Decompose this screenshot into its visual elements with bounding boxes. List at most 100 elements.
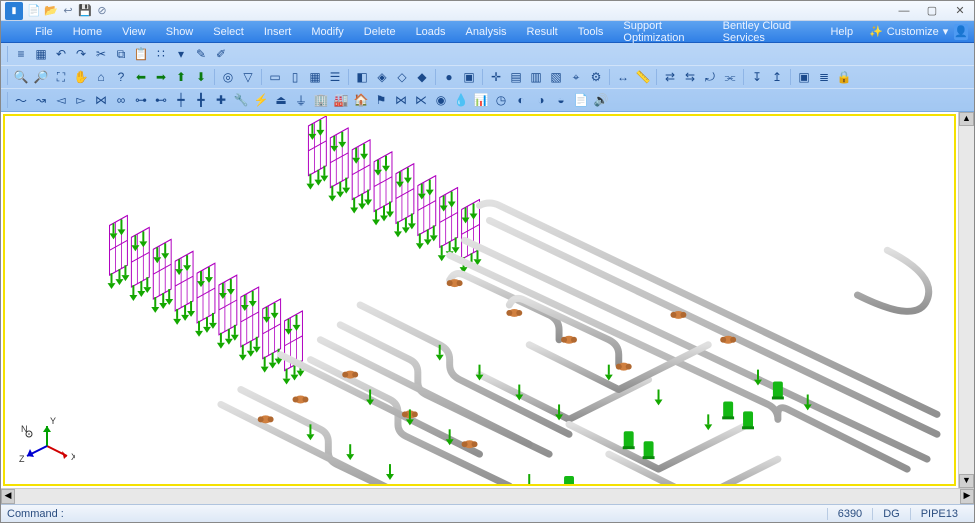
- window-2-icon[interactable]: ▯: [286, 68, 304, 86]
- customize-button[interactable]: Customize ▾: [863, 25, 954, 38]
- pipe-icon[interactable]: ┿: [172, 91, 190, 109]
- brush-icon[interactable]: ✐: [212, 45, 230, 63]
- sensor-3-icon[interactable]: ◒: [552, 91, 570, 109]
- home-icon[interactable]: ⌂: [92, 68, 110, 86]
- paste-icon[interactable]: 📋: [132, 45, 150, 63]
- sphere-icon[interactable]: ●: [440, 68, 458, 86]
- scroll-left-icon[interactable]: ◀: [1, 489, 15, 504]
- cone-icon[interactable]: ▽: [239, 68, 257, 86]
- plant-icon[interactable]: 🏭: [332, 91, 350, 109]
- format-icon[interactable]: ∷: [152, 45, 170, 63]
- minimize-button[interactable]: —: [894, 4, 914, 18]
- menu-modify[interactable]: Modify: [301, 24, 353, 40]
- menu-support-optimization[interactable]: Support Optimization: [613, 18, 712, 46]
- user-avatar[interactable]: [954, 24, 968, 40]
- sensor-2-icon[interactable]: ◑: [532, 91, 550, 109]
- qa-save-icon[interactable]: 💾: [78, 4, 92, 18]
- render-icon[interactable]: ◧: [353, 68, 371, 86]
- qa-open-icon[interactable]: 📂: [44, 4, 58, 18]
- undo-icon[interactable]: ↶: [52, 45, 70, 63]
- scroll-right-icon[interactable]: ▶: [960, 489, 974, 504]
- menu-analysis[interactable]: Analysis: [456, 24, 517, 40]
- redo-icon[interactable]: ↷: [72, 45, 90, 63]
- arrow-r-icon[interactable]: ▻: [72, 91, 90, 109]
- list-icon[interactable]: ☰: [326, 68, 344, 86]
- vertical-scrollbar[interactable]: ▲ ▼: [958, 112, 974, 488]
- pan-icon[interactable]: ✋: [72, 68, 90, 86]
- drop-icon[interactable]: 💧: [452, 91, 470, 109]
- copy-icon[interactable]: ⧉: [112, 45, 130, 63]
- zoom-extents-icon[interactable]: ⛶: [52, 68, 70, 86]
- axis-icon[interactable]: ✛: [487, 68, 505, 86]
- valve-1-icon[interactable]: ⋈: [392, 91, 410, 109]
- qa-close-icon[interactable]: ⊘: [95, 4, 109, 18]
- target-icon[interactable]: ⌖: [567, 68, 585, 86]
- wrench-icon[interactable]: 🔧: [232, 91, 250, 109]
- cube-2-icon[interactable]: ◇: [393, 68, 411, 86]
- report-icon[interactable]: 📄: [572, 91, 590, 109]
- load-1-icon[interactable]: ↧: [748, 68, 766, 86]
- zoom-out-icon[interactable]: 🔎: [32, 68, 50, 86]
- menu-help[interactable]: Help: [820, 24, 863, 40]
- swap-icon[interactable]: ⋈: [92, 91, 110, 109]
- bldg-icon[interactable]: 🏢: [312, 91, 330, 109]
- sound-icon[interactable]: 🔊: [592, 91, 610, 109]
- analyze-icon[interactable]: 📊: [472, 91, 490, 109]
- home2-icon[interactable]: 🏠: [352, 91, 370, 109]
- menu-insert[interactable]: Insert: [254, 24, 302, 40]
- nav-up-icon[interactable]: ⬆: [172, 68, 190, 86]
- measure-icon[interactable]: ↔: [614, 68, 632, 86]
- link-icon[interactable]: 〜: [12, 91, 30, 109]
- arrow-l-icon[interactable]: ◅: [52, 91, 70, 109]
- orbit-icon[interactable]: ◎: [219, 68, 237, 86]
- zoom-in-icon[interactable]: 🔍: [12, 68, 30, 86]
- menu-home[interactable]: Home: [63, 24, 112, 40]
- command-input[interactable]: [68, 507, 827, 521]
- window-icon[interactable]: ▭: [266, 68, 284, 86]
- pump-icon[interactable]: ◉: [432, 91, 450, 109]
- nav-right-icon[interactable]: ➡: [152, 68, 170, 86]
- attach-icon[interactable]: ⊶: [132, 91, 150, 109]
- group-icon[interactable]: ▣: [795, 68, 813, 86]
- horizontal-scrollbar[interactable]: ◀ ▶: [1, 488, 974, 504]
- edit-icon[interactable]: ✎: [192, 45, 210, 63]
- maximize-button[interactable]: ▢: [922, 4, 942, 18]
- cog-icon[interactable]: ⚙: [587, 68, 605, 86]
- nav-left-icon[interactable]: ⬅: [132, 68, 150, 86]
- grid-view-icon[interactable]: ▦: [306, 68, 324, 86]
- solid-icon[interactable]: ▣: [460, 68, 478, 86]
- lock-icon[interactable]: 🔒: [835, 68, 853, 86]
- connect-1-icon[interactable]: ⇄: [661, 68, 679, 86]
- support-2-icon[interactable]: ⏚: [292, 91, 310, 109]
- ruler-icon[interactable]: 📏: [634, 68, 652, 86]
- menu-show[interactable]: Show: [156, 24, 204, 40]
- nav-down-icon[interactable]: ⬇: [192, 68, 210, 86]
- dropdown-icon[interactable]: ▾: [172, 45, 190, 63]
- bolt-icon[interactable]: ⚡: [252, 91, 270, 109]
- clip-icon[interactable]: ⊷: [152, 91, 170, 109]
- merge-icon[interactable]: ⫘: [721, 68, 739, 86]
- menu-result[interactable]: Result: [517, 24, 568, 40]
- load-2-icon[interactable]: ↥: [768, 68, 786, 86]
- flip-icon[interactable]: ⤾: [701, 68, 719, 86]
- grid-icon[interactable]: ▦: [32, 45, 50, 63]
- menu-view[interactable]: View: [112, 24, 156, 40]
- 3d-viewport[interactable]: X Y Z N: [3, 114, 956, 486]
- close-button[interactable]: ✕: [950, 4, 970, 18]
- menu-loads[interactable]: Loads: [406, 24, 456, 40]
- menu-select[interactable]: Select: [203, 24, 254, 40]
- joint-icon[interactable]: ╋: [192, 91, 210, 109]
- menu-tools[interactable]: Tools: [568, 24, 614, 40]
- cube-1-icon[interactable]: ◈: [373, 68, 391, 86]
- view-3-icon[interactable]: ▧: [547, 68, 565, 86]
- menu-file[interactable]: File: [25, 24, 63, 40]
- sensor-1-icon[interactable]: ◐: [512, 91, 530, 109]
- menu-delete[interactable]: Delete: [354, 24, 406, 40]
- nav-help-icon[interactable]: ?: [112, 68, 130, 86]
- scroll-up-icon[interactable]: ▲: [959, 112, 974, 126]
- chain-icon[interactable]: ∞: [112, 91, 130, 109]
- menu-bentley-cloud[interactable]: Bentley Cloud Services: [713, 18, 821, 46]
- gauge-icon[interactable]: ◷: [492, 91, 510, 109]
- align-icon[interactable]: ≡: [12, 45, 30, 63]
- support-1-icon[interactable]: ⏏: [272, 91, 290, 109]
